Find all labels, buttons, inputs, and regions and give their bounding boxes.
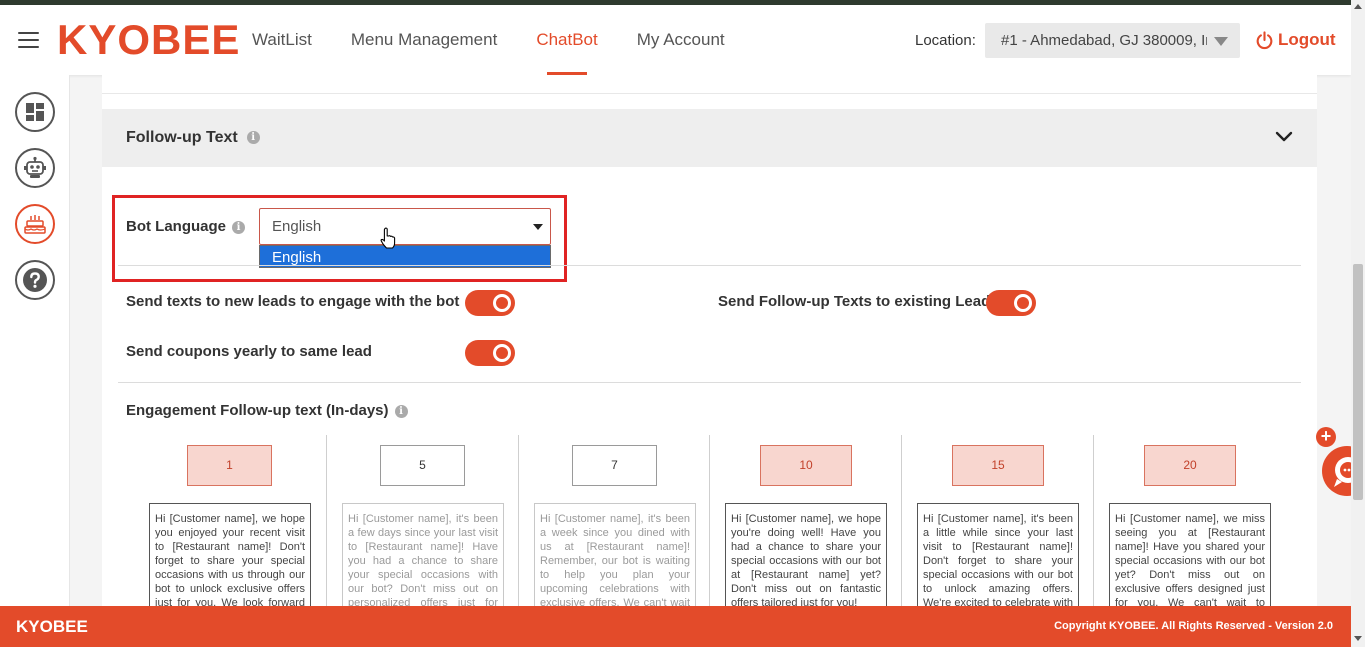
message-textarea-20[interactable]: Hi [Customer name], we miss seeing you a… <box>1109 503 1271 606</box>
engagement-title-text: Engagement Follow-up text (In-days) <box>126 402 389 419</box>
sidebar-item-celebrations[interactable] <box>15 204 55 244</box>
followup-column: 7 Hi [Customer name], it's been a week s… <box>518 435 710 606</box>
followup-section-header[interactable]: Follow-up Text i <box>102 109 1317 167</box>
sidebar-item-dashboard[interactable] <box>15 92 55 132</box>
day-input-15[interactable]: 15 <box>952 445 1044 486</box>
day-input-1[interactable]: 1 <box>187 445 272 486</box>
day-input-20[interactable]: 20 <box>1144 445 1236 486</box>
dashboard-icon <box>26 103 44 121</box>
location-select[interactable]: #1 - Ahmedabad, GJ 380009, India <box>985 23 1240 58</box>
highlight-box <box>112 195 567 282</box>
footer-brand: KYOBEE <box>16 617 88 636</box>
followup-panel: Follow-up Text i Bot Language i English En… <box>102 75 1317 606</box>
toggle-new-leads[interactable] <box>465 290 515 316</box>
page-scrollbar[interactable] <box>1351 0 1365 647</box>
toggle-existing-leads[interactable] <box>986 290 1036 316</box>
location-value: #1 - Ahmedabad, GJ 380009, India <box>1001 32 1207 49</box>
power-icon <box>1256 30 1273 49</box>
message-textarea-10[interactable]: Hi [Customer name], we hope you're doing… <box>725 503 887 606</box>
footer-copyright: Copyright KYOBEE. All Rights Reserved - … <box>1054 620 1333 632</box>
sidebar-item-chatbot[interactable] <box>15 148 55 188</box>
robot-icon <box>24 156 46 178</box>
scroll-up-arrow-icon[interactable] <box>1354 4 1362 9</box>
main-nav: WaitList Menu Management ChatBot My Acco… <box>252 5 764 75</box>
previous-card-edge <box>102 75 1317 94</box>
sidebar-item-help[interactable] <box>15 260 55 300</box>
caret-down-icon <box>1214 37 1228 46</box>
info-icon[interactable]: i <box>394 404 408 418</box>
nav-menu-management[interactable]: Menu Management <box>351 5 497 75</box>
chevron-down-icon[interactable] <box>1275 131 1293 143</box>
hamburger-menu-icon[interactable] <box>18 32 39 48</box>
toggle-label-new-leads: Send texts to new leads to engage with t… <box>126 293 460 310</box>
app-footer: KYOBEE Copyright KYOBEE. All Rights Rese… <box>0 606 1351 647</box>
logout-label: Logout <box>1278 30 1336 49</box>
divider <box>118 265 1301 266</box>
followup-column: 1 Hi [Customer name], we hope you enjoye… <box>134 435 326 606</box>
message-textarea-1[interactable]: Hi [Customer name], we hope you enjoyed … <box>149 503 311 606</box>
day-input-10[interactable]: 10 <box>760 445 852 486</box>
toggle-label-coupons: Send coupons yearly to same lead <box>126 343 372 360</box>
day-input-7[interactable]: 7 <box>572 445 657 486</box>
sidebar <box>0 75 70 606</box>
app-header: KYOBEE WaitList Menu Management ChatBot … <box>0 5 1351 75</box>
add-chat-icon[interactable]: + <box>1316 427 1336 447</box>
message-textarea-7[interactable]: Hi [Customer name], it's been a week sin… <box>534 503 696 606</box>
divider <box>118 382 1301 383</box>
scrollbar-thumb[interactable] <box>1353 264 1363 500</box>
section-title-text: Follow-up Text <box>126 129 238 146</box>
engagement-title: Engagement Follow-up text (In-days) i <box>126 402 408 419</box>
day-input-5[interactable]: 5 <box>380 445 465 486</box>
scroll-down-arrow-icon[interactable] <box>1354 636 1362 641</box>
location-label: Location: <box>915 32 976 49</box>
logout-button[interactable]: Logout <box>1255 30 1336 50</box>
toggle-coupons[interactable] <box>465 340 515 366</box>
nav-my-account[interactable]: My Account <box>637 5 725 75</box>
toggle-label-existing-leads: Send Follow-up Texts to existing Leads <box>718 293 999 310</box>
followup-column: 5 Hi [Customer name], it's been a few da… <box>326 435 518 606</box>
help-icon <box>23 268 47 292</box>
kyobee-logo[interactable]: KYOBEE <box>57 17 240 63</box>
birthday-cake-icon <box>24 215 46 234</box>
nav-chatbot[interactable]: ChatBot <box>536 5 598 75</box>
section-title: Follow-up Text i <box>126 129 260 147</box>
message-textarea-5[interactable]: Hi [Customer name], it's been a few days… <box>342 503 504 606</box>
followup-column: 20 Hi [Customer name], we miss seeing yo… <box>1093 435 1285 606</box>
nav-waitlist[interactable]: WaitList <box>252 5 312 75</box>
followup-column: 10 Hi [Customer name], we hope you're do… <box>709 435 901 606</box>
message-textarea-15[interactable]: Hi [Customer name], it's been a little w… <box>917 503 1079 606</box>
info-icon[interactable]: i <box>246 131 260 145</box>
followup-column: 15 Hi [Customer name], it's been a littl… <box>901 435 1093 606</box>
